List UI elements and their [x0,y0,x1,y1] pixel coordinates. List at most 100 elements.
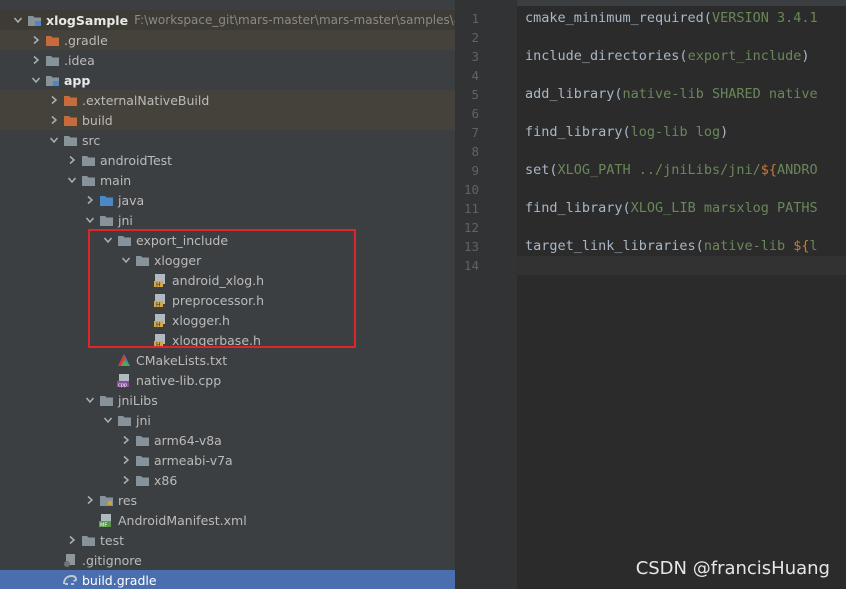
tree-item[interactable]: build.gradle [0,570,455,589]
chevron-down-icon[interactable] [28,72,44,88]
chevron-down-icon[interactable] [46,132,62,148]
line-number: 14 [463,258,479,273]
tree-item-label: armeabi-v7a [154,452,233,468]
highlight-box [88,229,356,348]
chevron-down-icon[interactable] [82,212,98,228]
tree-item[interactable]: jni [0,210,455,230]
project-path: F:\workspace_git\mars-master\mars-master… [134,13,455,27]
line-number: 11 [463,201,479,216]
chevron-down-icon[interactable] [64,172,80,188]
tree-item-label: x86 [154,472,178,488]
code-line[interactable]: cmake_minimum_required(VERSION 3.4.1 [525,9,818,28]
tree-item-label: jni [118,212,133,228]
cpp-icon: cpp [116,372,132,388]
chevron-down-icon[interactable] [100,412,116,428]
tree-item[interactable]: res [0,490,455,510]
tree-item[interactable]: jni [0,410,455,430]
chevron-right-icon[interactable] [64,152,80,168]
code-line[interactable]: find_library(XLOG_LIB marsxlog PATHS [525,199,818,218]
line-number: 9 [471,163,479,178]
chevron-right-icon[interactable] [46,92,62,108]
tree-item-label: xlogSample [46,12,129,28]
folder-icon [134,432,150,448]
code-line[interactable]: set(XLOG_PATH ../jniLibs/jni/${ANDRO [525,161,818,180]
code-line[interactable]: include_directories(export_include) [525,47,810,66]
cmake-icon [116,352,132,368]
folder-icon [116,412,132,428]
chevron-right-icon[interactable] [64,532,80,548]
tree-item-label: src [82,132,101,148]
tree-item[interactable]: arm64-v8a [0,430,455,450]
folder-blue-icon [98,192,114,208]
chevron-right-icon[interactable] [82,192,98,208]
project-panel-header [0,0,455,6]
tree-item-label: native-lib.cpp [136,372,222,388]
line-number: 1 [471,11,479,26]
line-number: 2 [471,30,479,45]
folder-icon [80,172,96,188]
chevron-right-icon[interactable] [118,452,134,468]
tree-item-label: java [118,192,145,208]
line-number-gutter: 1 2 3 4 5 6 7 8 9 10 11 12 13 14 [457,0,517,589]
tree-item-label: .idea [64,52,95,68]
tree-item[interactable]: build [0,110,455,130]
tree-item-label: jniLibs [118,392,158,408]
tree-item[interactable]: main [0,170,455,190]
project-tree-panel: xlogSample F:\workspace_git\mars-master\m… [0,0,455,589]
line-number: 6 [471,106,479,121]
code-line[interactable]: add_library(native-lib SHARED native [525,85,818,104]
tree-item-label: res [118,492,138,508]
gitignore-icon [62,552,78,568]
line-number: 5 [471,87,479,102]
code-line[interactable]: target_link_libraries(native-lib ${l [525,237,818,256]
tree-item[interactable]: androidTest [0,150,455,170]
folder-orange-icon [44,32,60,48]
tree-item[interactable]: java [0,190,455,210]
line-number: 8 [471,144,479,159]
folder-icon [62,132,78,148]
tree-item-label: AndroidManifest.xml [118,512,247,528]
chevron-down-icon[interactable] [10,12,26,28]
chevron-right-icon[interactable] [118,432,134,448]
tree-item-label: .gitignore [82,552,142,568]
folder-icon [44,52,60,68]
code-line[interactable]: find_library(log-lib log) [525,123,728,142]
line-number: 12 [463,220,479,235]
chevron-right-icon[interactable] [82,492,98,508]
line-number: 3 [471,49,479,64]
tree-item[interactable]: .externalNativeBuild [0,90,455,110]
tree-item[interactable]: .idea [0,50,455,70]
tree-item[interactable]: src [0,130,455,150]
chevron-right-icon[interactable] [28,32,44,48]
tree-item[interactable]: test [0,530,455,550]
line-number: 13 [463,239,479,254]
tree-item[interactable]: armeabi-v7a [0,450,455,470]
tree-item-label: CMakeLists.txt [136,352,228,368]
chevron-right-icon[interactable] [118,472,134,488]
folder-icon [80,152,96,168]
code-editor[interactable]: 1 2 3 4 5 6 7 8 9 10 11 12 13 14 cmake_minimum_requir… [457,0,846,589]
tree-item[interactable]: CMakeLists.txt [0,350,455,370]
gradle-icon [62,572,78,588]
module-icon [26,12,42,28]
folder-icon [98,392,114,408]
folder-res-icon [98,492,114,508]
tree-item[interactable]: .gitignore [0,550,455,570]
folder-icon [134,452,150,468]
tree-item[interactable]: jniLibs [0,390,455,410]
chevron-down-icon[interactable] [82,392,98,408]
tree-item[interactable]: cpp native-lib.cpp [0,370,455,390]
tree-item[interactable]: .gradle [0,30,455,50]
folder-orange-icon [62,92,78,108]
svg-text:MF: MF [100,522,107,528]
chevron-right-icon[interactable] [46,112,62,128]
tree-item[interactable]: MF AndroidManifest.xml [0,510,455,530]
tree-item[interactable]: xlogSample F:\workspace_git\mars-master\m… [0,10,455,30]
line-number: 4 [471,68,479,83]
chevron-right-icon[interactable] [28,52,44,68]
tree-item[interactable]: app [0,70,455,90]
tree-item[interactable]: x86 [0,470,455,490]
